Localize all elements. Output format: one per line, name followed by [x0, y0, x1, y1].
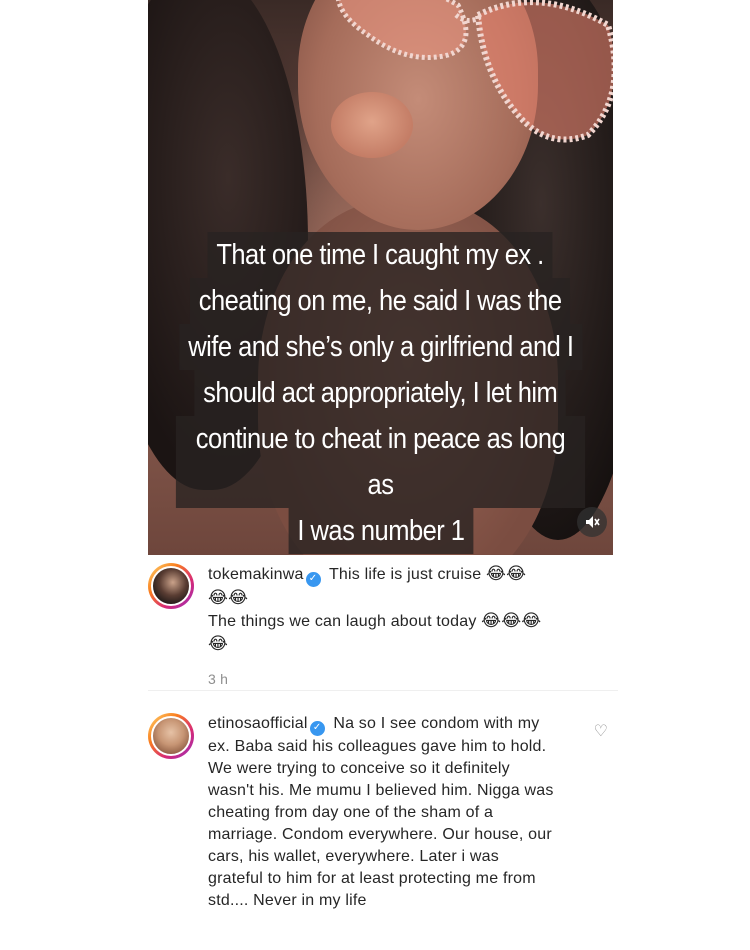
emoji-text: 😂: [208, 633, 229, 653]
sunglasses-shape: [335, 0, 613, 143]
emoji-text: 😂😂: [486, 564, 527, 583]
avatar[interactable]: [148, 563, 194, 609]
story-image[interactable]: That one time I caught my ex . cheating …: [148, 0, 613, 555]
avatar[interactable]: [148, 713, 194, 759]
story-caption: That one time I caught my ex . cheating …: [148, 232, 613, 555]
avatar-image: [151, 566, 191, 606]
comment-body: etinosaofficial ✓ Na so I see condom with…: [208, 713, 558, 912]
comment-text: Na so I see condom with my ex. Baba said…: [208, 715, 554, 909]
verified-badge-icon: ✓: [305, 571, 321, 587]
comment-text: The things we can laugh about today: [208, 612, 477, 630]
avatar-image: [151, 716, 191, 756]
comment-username[interactable]: etinosaofficial: [208, 715, 308, 732]
comment-body: tokemakinwa ✓ This life is just cruise 😂😂…: [208, 563, 588, 690]
caption-line: cheating on me, he said I was the: [190, 278, 571, 324]
heart-icon[interactable]: ♡: [594, 721, 608, 741]
divider: [148, 690, 618, 691]
speaker-muted-icon: [586, 516, 600, 528]
emoji-text: 😂😂😂: [481, 610, 542, 630]
comment-username[interactable]: tokemakinwa: [208, 566, 304, 583]
caption-line: I was number 1: [288, 508, 473, 554]
mute-button[interactable]: [577, 507, 607, 537]
caption-line: continue to cheat in peace as long as: [175, 416, 586, 508]
emoji-text: 😂😂: [208, 587, 249, 607]
comment-timestamp: 3 h: [208, 670, 229, 687]
caption-line: should act appropriately, I let him: [194, 370, 567, 416]
caption-line: That one time I caught my ex .: [207, 232, 554, 278]
caption-line: wife and she’s only a girlfriend and I: [179, 324, 582, 370]
verified-badge-icon: ✓: [309, 720, 325, 736]
comment-text: This life is just cruise: [328, 566, 482, 583]
